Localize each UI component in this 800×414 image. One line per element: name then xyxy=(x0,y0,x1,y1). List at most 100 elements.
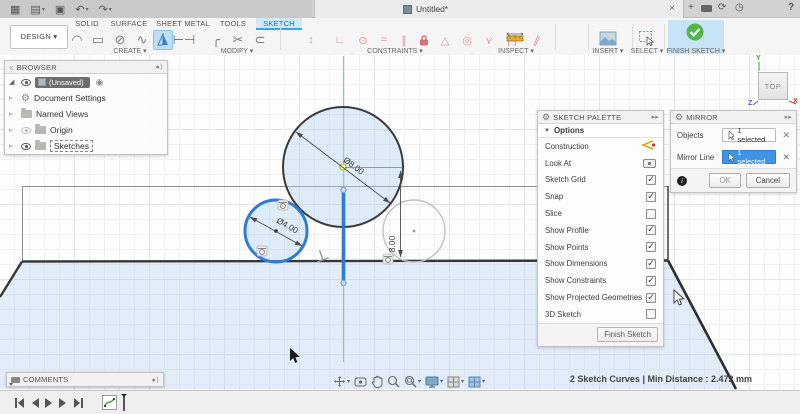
timeline-step-forward-icon[interactable] xyxy=(59,398,67,408)
panel-options-icon[interactable]: ●⟩ xyxy=(156,63,163,71)
palette-row-sketch-grid[interactable]: Sketch Grid xyxy=(538,172,663,189)
expand-panel-icon[interactable]: ▸▸ xyxy=(652,113,659,121)
finish-sketch-check-icon[interactable] xyxy=(685,22,705,42)
checkbox[interactable] xyxy=(646,225,656,235)
tab-tools[interactable]: TOOLS xyxy=(215,18,251,30)
select-tool-icon[interactable] xyxy=(637,28,657,48)
palette-row-show-projected[interactable]: Show Projected Geometries xyxy=(538,289,663,306)
palette-row-construction[interactable]: Construction xyxy=(538,138,663,155)
measure-inspect-icon[interactable] xyxy=(505,28,525,48)
sketch-dimension-icon[interactable]: ↕ xyxy=(301,30,321,50)
checkbox[interactable] xyxy=(646,209,656,219)
modify-group-label[interactable]: MODIFY ▾ xyxy=(207,47,267,55)
ok-button[interactable]: OK xyxy=(709,173,740,188)
zoom-icon[interactable] xyxy=(387,375,400,388)
mirror-line-bottom-point[interactable] xyxy=(341,280,346,285)
coincident-constraint-icon[interactable]: ∟ xyxy=(330,30,350,50)
tab-sheet-metal[interactable]: SHEET METAL xyxy=(154,18,212,30)
timeline-go-to-start-icon[interactable] xyxy=(14,398,25,408)
tab-surface[interactable]: SURFACE xyxy=(107,18,151,30)
mirror-dialog-header[interactable]: ⚙ MIRROR ▸▸ xyxy=(671,111,796,124)
save-icon[interactable]: ▣ xyxy=(55,3,65,16)
sketch-palette-header[interactable]: ⚙ SKETCH PALETTE ▸▸ xyxy=(538,111,663,124)
constraints-group-label[interactable]: CONSTRAINTS ▾ xyxy=(360,47,430,55)
tangent-constraint-badge[interactable] xyxy=(257,246,267,256)
checkbox[interactable] xyxy=(646,276,656,286)
orbit-icon[interactable]: ▾ xyxy=(333,375,350,388)
workspace-selector[interactable]: DESIGN ▾ xyxy=(10,25,68,49)
root-component-badge[interactable]: (Unsaved) xyxy=(35,77,90,88)
palette-row-snap[interactable]: Snap xyxy=(538,188,663,205)
expander-icon[interactable]: ▹ xyxy=(9,142,17,150)
timeline-position-marker[interactable] xyxy=(123,395,125,411)
palette-row-3d-sketch[interactable]: 3D Sketch xyxy=(538,306,663,323)
comments-header[interactable]: COMMENTS ●⟩ xyxy=(7,373,163,386)
comments-bubble-icon[interactable] xyxy=(701,5,712,12)
browser-item-origin[interactable]: ▹ Origin xyxy=(5,122,167,138)
checkbox[interactable] xyxy=(646,293,656,303)
collapse-icon[interactable]: « xyxy=(9,63,14,72)
expander-icon[interactable]: ▹ xyxy=(9,110,17,118)
timeline-step-back-icon[interactable] xyxy=(31,398,39,408)
expander-icon[interactable]: ▹ xyxy=(9,126,17,134)
finish-sketch-label[interactable]: FINISH SKETCH ▾ xyxy=(663,47,729,55)
visibility-eye-icon[interactable] xyxy=(21,79,31,86)
palette-row-show-constraints[interactable]: Show Constraints xyxy=(538,272,663,289)
tangent-constraint-badge[interactable] xyxy=(278,200,288,210)
tab-sketch[interactable]: SKETCH xyxy=(256,18,302,30)
expander-icon[interactable]: ◢ xyxy=(9,78,17,86)
visibility-eye-icon[interactable] xyxy=(21,143,31,150)
polygon-constraint-icon[interactable]: △ xyxy=(435,30,455,50)
timeline-sketch-feature-icon[interactable] xyxy=(102,395,117,410)
file-menu-icon[interactable]: ▤▾ xyxy=(30,3,44,16)
palette-row-show-profile[interactable]: Show Profile xyxy=(538,222,663,239)
pan-hand-icon[interactable] xyxy=(371,375,383,388)
options-section-header[interactable]: ▼ Options xyxy=(538,124,663,138)
info-icon[interactable]: i xyxy=(677,176,687,186)
cancel-button[interactable]: Cancel xyxy=(746,173,790,188)
new-tab-icon[interactable]: + xyxy=(688,2,694,13)
mirror-line-selection-button[interactable]: 1 selected xyxy=(722,150,777,164)
checkbox[interactable] xyxy=(646,175,656,185)
timeline-go-to-end-icon[interactable] xyxy=(73,398,84,408)
checkbox[interactable] xyxy=(646,259,656,269)
checkbox[interactable] xyxy=(646,192,656,202)
zoom-window-icon[interactable]: ▾ xyxy=(404,375,421,388)
tangent-constraint-badge[interactable] xyxy=(383,254,393,264)
construction-icon[interactable] xyxy=(641,140,656,152)
redo-icon[interactable]: ↷▾ xyxy=(98,3,111,16)
panel-options-icon[interactable]: ●⟩ xyxy=(152,376,159,384)
viewports-icon[interactable]: ▾ xyxy=(468,376,485,388)
checkbox[interactable] xyxy=(646,309,656,319)
view-cube[interactable]: TOP Y X Z xyxy=(750,58,800,108)
sync-icon[interactable]: ⟳ xyxy=(718,2,726,13)
app-grid-icon[interactable]: ▦ xyxy=(10,3,20,16)
inspect-group-label[interactable]: INSPECT ▾ xyxy=(490,47,542,55)
section-collapse-icon[interactable]: ▼ xyxy=(544,128,550,134)
clear-selection-icon[interactable]: ✕ xyxy=(782,152,790,163)
create-group-label[interactable]: CREATE ▾ xyxy=(100,47,160,55)
browser-item-named-views[interactable]: ▹ Named Views xyxy=(5,106,167,122)
history-clock-icon[interactable]: ◷ xyxy=(735,2,744,13)
timeline-play-icon[interactable] xyxy=(45,398,53,408)
grid-layout-icon[interactable]: ▾ xyxy=(447,376,464,388)
tab-solid[interactable]: SOLID xyxy=(70,18,104,30)
palette-row-look-at[interactable]: Look At xyxy=(538,155,663,172)
palette-row-show-dimensions[interactable]: Show Dimensions xyxy=(538,256,663,273)
objects-selection-button[interactable]: 1 selected xyxy=(722,128,777,142)
checkbox[interactable] xyxy=(646,242,656,252)
expand-panel-icon[interactable]: ▸▸ xyxy=(785,113,792,121)
close-tab-icon[interactable]: × xyxy=(669,4,675,14)
visibility-eye-icon[interactable] xyxy=(21,127,31,134)
mirror-line-top-point[interactable] xyxy=(341,187,346,192)
insert-image-icon[interactable] xyxy=(598,28,618,48)
activate-radio-icon[interactable]: ◉ xyxy=(96,77,104,88)
line-tool-icon[interactable]: ◠ xyxy=(67,30,87,50)
expander-icon[interactable]: ▹ xyxy=(9,94,17,102)
browser-root-row[interactable]: ◢ (Unsaved) ◉ xyxy=(5,74,167,90)
display-settings-icon[interactable]: ▾ xyxy=(425,376,443,388)
browser-item-sketches[interactable]: ▹ Sketches xyxy=(5,138,167,154)
browser-header[interactable]: « BROWSER ●⟩ xyxy=(5,61,167,74)
palette-row-show-points[interactable]: Show Points xyxy=(538,239,663,256)
finish-sketch-palette-button[interactable]: Finish Sketch xyxy=(597,327,658,342)
